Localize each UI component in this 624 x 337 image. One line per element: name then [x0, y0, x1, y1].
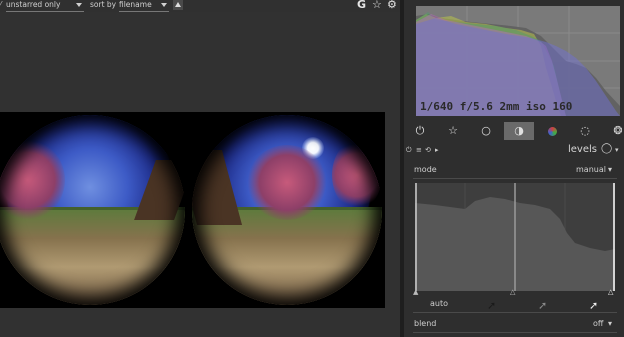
- white-point-handle[interactable]: △: [608, 288, 613, 296]
- sort-select[interactable]: filename: [119, 0, 169, 12]
- module-title: levels: [568, 144, 597, 155]
- picker-underline: [413, 312, 617, 313]
- blend-underline: [413, 332, 617, 333]
- chevron-down-icon[interactable]: ▾: [608, 165, 612, 174]
- exif-info: 1/640 f/5.6 2mm iso 160: [420, 100, 573, 113]
- reset-icon[interactable]: ⟲: [425, 143, 431, 157]
- sort-direction-button[interactable]: [173, 0, 183, 10]
- filter-select[interactable]: unstarred only: [6, 0, 84, 12]
- auto-button[interactable]: auto: [430, 299, 448, 308]
- menu-icon[interactable]: ≡: [416, 143, 422, 157]
- levels-histogram: [415, 183, 615, 291]
- levels-graph[interactable]: [415, 183, 615, 291]
- chevron-down-icon[interactable]: ▾: [615, 143, 619, 157]
- image-preview: [0, 112, 385, 308]
- power-icon[interactable]: ⏻: [405, 122, 435, 140]
- half-circle-icon[interactable]: ◑: [504, 122, 534, 140]
- blend-label: blend: [414, 319, 437, 328]
- mode-label: mode: [414, 165, 437, 174]
- gray-point-handle[interactable]: △: [510, 288, 515, 296]
- circle-icon[interactable]: ○: [471, 122, 501, 140]
- mask-icon[interactable]: ◯: [601, 142, 612, 156]
- fisheye-right: [192, 115, 382, 305]
- white-picker-icon[interactable]: ➚: [589, 299, 598, 312]
- fisheye-left: [0, 115, 185, 305]
- chevron-down-icon[interactable]: ▾: [608, 319, 612, 328]
- presets-icon[interactable]: ▸: [435, 143, 439, 157]
- chevron-down-icon: [76, 3, 82, 7]
- mode-value[interactable]: manual: [576, 165, 606, 174]
- palette-icon[interactable]: ❂: [603, 122, 624, 140]
- module-power-icon[interactable]: ⏻: [406, 143, 412, 157]
- gray-picker-icon[interactable]: ➚: [538, 299, 547, 312]
- grouping-button[interactable]: G: [357, 0, 366, 11]
- sort-label: sort by: [90, 0, 117, 9]
- shape-icon[interactable]: ◌: [570, 122, 600, 140]
- blend-value[interactable]: off: [593, 319, 603, 328]
- gear-icon[interactable]: ⚙: [387, 0, 397, 11]
- star-icon[interactable]: ☆: [372, 0, 382, 11]
- filter-value: unstarred only: [6, 0, 61, 9]
- mode-underline: [413, 178, 617, 179]
- black-point-handle[interactable]: ▲: [413, 288, 418, 296]
- black-picker-icon[interactable]: ➚: [487, 299, 496, 312]
- chevron-down-icon: [161, 3, 167, 7]
- star-icon[interactable]: ☆: [438, 122, 468, 140]
- sort-value: filename: [119, 0, 152, 9]
- color-circle-icon[interactable]: [537, 122, 567, 140]
- filter-arrow-glyph: ⁄: [0, 0, 2, 9]
